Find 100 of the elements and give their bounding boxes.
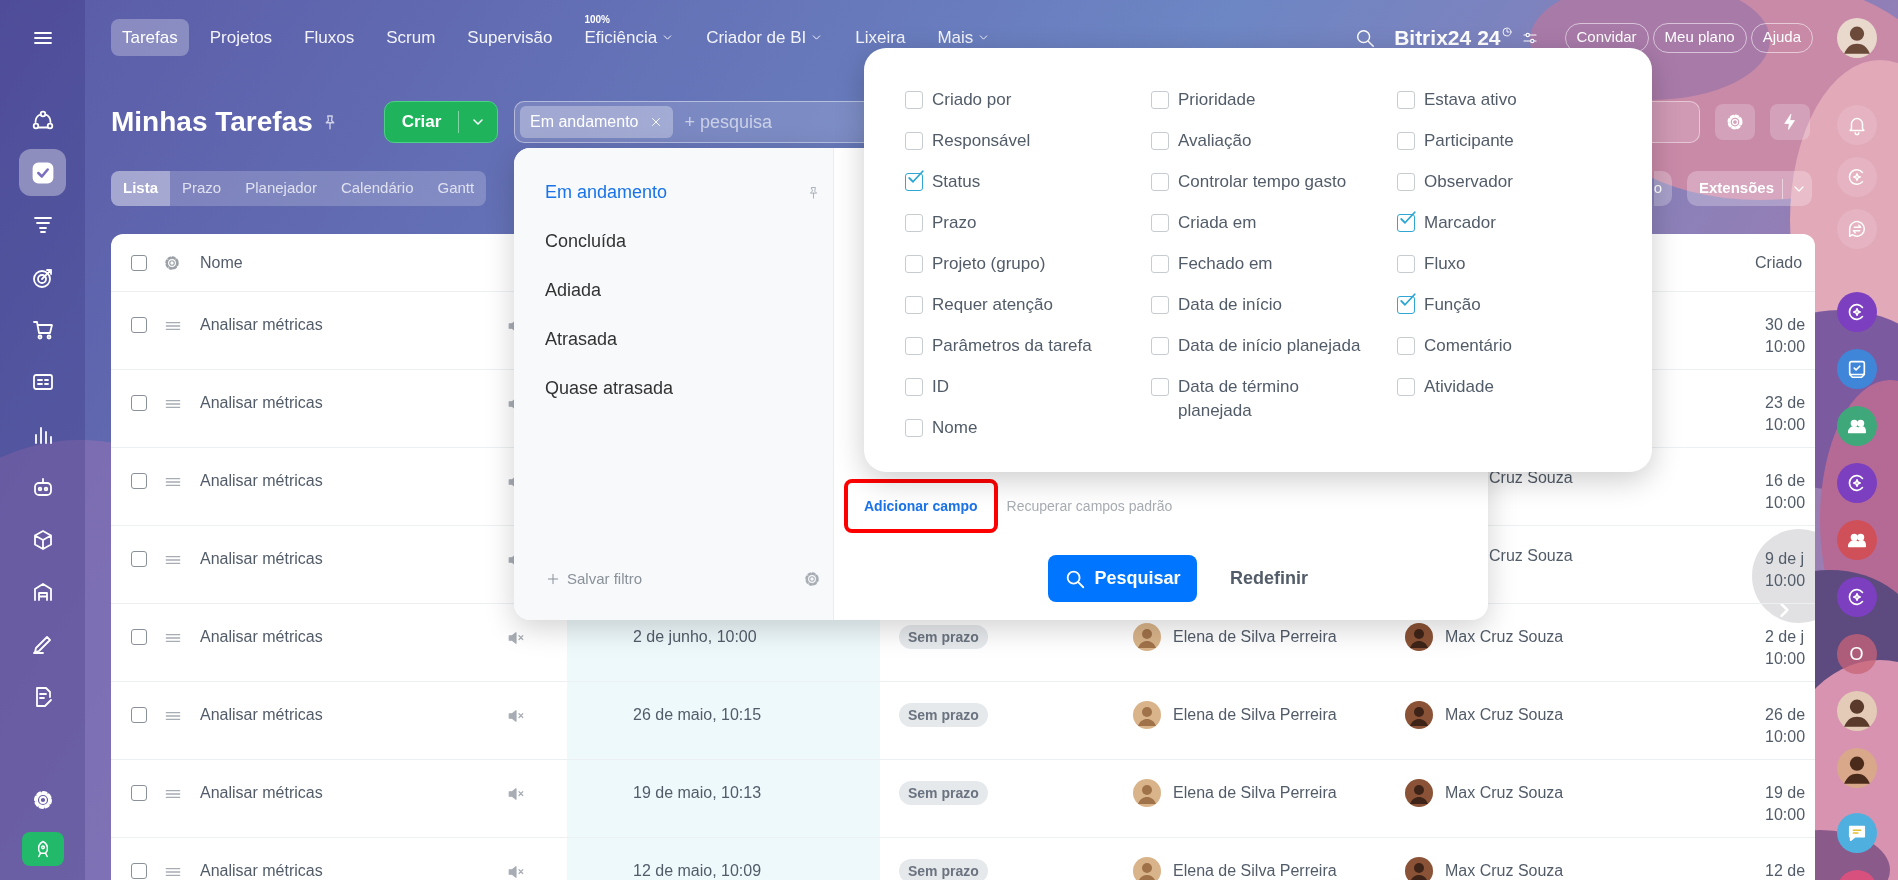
checkbox[interactable]	[905, 91, 923, 109]
task-name[interactable]: Analisar métricas	[200, 472, 323, 489]
person-name[interactable]: Max Cruz Souza	[1445, 860, 1564, 880]
checkbox[interactable]	[131, 863, 147, 879]
checkbox[interactable]	[131, 395, 147, 411]
person-name[interactable]: Max Cruz Souza	[1445, 704, 1564, 726]
nav-tab[interactable]: Criador de BI	[695, 19, 835, 56]
checkbox[interactable]	[1397, 173, 1415, 191]
filter-preset[interactable]: Atrasada	[545, 324, 833, 355]
created-date: 19 de	[1765, 783, 1807, 803]
task-name[interactable]: Analisar métricas	[200, 706, 323, 723]
checkbox-label: Responsável	[932, 130, 1031, 152]
checkbox[interactable]	[905, 255, 923, 273]
checkbox[interactable]	[1397, 255, 1415, 273]
search-button[interactable]: Pesquisar	[1048, 555, 1197, 602]
nav-tab[interactable]: Scrum	[375, 19, 447, 56]
checkbox[interactable]	[1151, 255, 1169, 273]
notifications-button[interactable]	[1836, 105, 1877, 145]
column-header[interactable]: Criado	[1755, 251, 1803, 274]
automation-button[interactable]	[1770, 104, 1810, 140]
reset-button[interactable]: Redefinir	[1224, 564, 1314, 593]
column-header[interactable]: Nome	[200, 251, 243, 274]
settings-icon[interactable]	[163, 253, 181, 272]
person-name[interactable]: Elena de Silva Perreira	[1173, 782, 1337, 804]
filter-preset[interactable]: Concluída	[545, 226, 833, 257]
created-date: 2 de j	[1765, 627, 1806, 647]
checkbox[interactable]	[1397, 132, 1415, 150]
person-name[interactable]: Elena de Silva Perreira	[1173, 626, 1337, 648]
checkbox[interactable]	[1397, 378, 1415, 396]
checkbox[interactable]	[131, 551, 147, 567]
checkbox[interactable]	[131, 785, 147, 801]
person-name[interactable]: Elena de Silva Perreira	[1173, 704, 1337, 726]
checkbox[interactable]	[1397, 91, 1415, 109]
assistant-button[interactable]	[1836, 157, 1877, 197]
checkbox[interactable]	[131, 254, 147, 271]
filter-preset[interactable]: Quase atrasada	[545, 373, 833, 404]
user-avatar	[1836, 18, 1877, 58]
checkbox-label: Prazo	[932, 212, 977, 234]
settings-icon[interactable]	[803, 569, 821, 588]
rocket-button[interactable]	[21, 832, 64, 866]
checkbox-label: Criado por	[932, 89, 1012, 111]
checkbox[interactable]	[1151, 173, 1169, 191]
created-time: 10:00	[1765, 493, 1807, 513]
checkbox-label: Controlar tempo gasto	[1178, 171, 1347, 193]
checkbox[interactable]	[905, 337, 923, 355]
checkbox[interactable]	[131, 707, 147, 723]
deadline-badge: Sem prazo	[899, 625, 988, 649]
person-name[interactable]: Cruz Souza	[1489, 545, 1573, 567]
checkbox-label: Marcador	[1424, 212, 1496, 234]
checkbox[interactable]	[131, 473, 147, 489]
checkbox-label: Atividade	[1424, 376, 1494, 398]
checkbox[interactable]	[905, 173, 923, 191]
add-field-link[interactable]: Adicionar campo	[844, 479, 998, 533]
avatar	[1133, 857, 1161, 880]
task-name[interactable]: Analisar métricas	[200, 862, 323, 879]
checkbox[interactable]	[905, 296, 923, 314]
logo-text: Bitrix24	[1394, 24, 1472, 51]
percent-label: 100%	[584, 13, 610, 27]
date-text: 12 de maio, 10:09	[633, 862, 762, 879]
checkbox[interactable]	[1151, 214, 1169, 232]
task-name[interactable]: Analisar métricas	[200, 394, 323, 411]
checkbox[interactable]	[1397, 296, 1415, 314]
filter-preset[interactable]: Adiada	[545, 275, 833, 306]
nav-tab[interactable]: Projetos	[198, 19, 284, 56]
clock-icon	[1500, 25, 1513, 38]
checkbox[interactable]	[1397, 337, 1415, 355]
checkbox-label: Observador	[1424, 171, 1513, 193]
task-name[interactable]: Analisar métricas	[200, 784, 323, 801]
avatar	[1836, 691, 1877, 731]
checkbox[interactable]	[131, 317, 147, 333]
checkbox[interactable]	[905, 378, 923, 396]
checkbox[interactable]	[1397, 214, 1415, 232]
checkbox[interactable]	[1151, 337, 1169, 355]
checkbox-label: Requer atenção	[932, 294, 1053, 316]
checkbox[interactable]	[905, 132, 923, 150]
nav-tab[interactable]: Fluxos	[293, 19, 366, 56]
checkbox[interactable]	[1151, 296, 1169, 314]
checkbox[interactable]	[1151, 378, 1169, 396]
created-date: 16 de	[1765, 471, 1807, 491]
person-name[interactable]: Elena de Silva Perreira	[1173, 860, 1337, 880]
checkbox[interactable]	[1151, 91, 1169, 109]
created-time: 10:00	[1765, 805, 1807, 825]
checkbox[interactable]	[905, 214, 923, 232]
settings-button[interactable]	[1715, 104, 1755, 140]
date-text: 26 de maio, 10:15	[633, 706, 762, 723]
nav-tab[interactable]: Supervisão	[456, 19, 564, 56]
task-name[interactable]: Analisar métricas	[200, 550, 323, 567]
checkbox[interactable]	[1151, 132, 1169, 150]
chat-switch-button[interactable]	[1836, 209, 1877, 249]
sidebar-item[interactable]	[19, 149, 66, 197]
person-name[interactable]: Max Cruz Souza	[1445, 626, 1564, 648]
person-name[interactable]: Max Cruz Souza	[1445, 782, 1564, 804]
checkbox-label: Comentário	[1424, 335, 1512, 357]
checkbox[interactable]	[905, 419, 923, 437]
checkbox[interactable]	[131, 629, 147, 645]
task-name[interactable]: Analisar métricas	[200, 628, 323, 645]
avatar	[1133, 701, 1161, 729]
checkbox-label: Status	[932, 171, 981, 193]
task-name[interactable]: Analisar métricas	[200, 316, 323, 333]
filter-preset[interactable]: Em andamento	[545, 177, 833, 208]
